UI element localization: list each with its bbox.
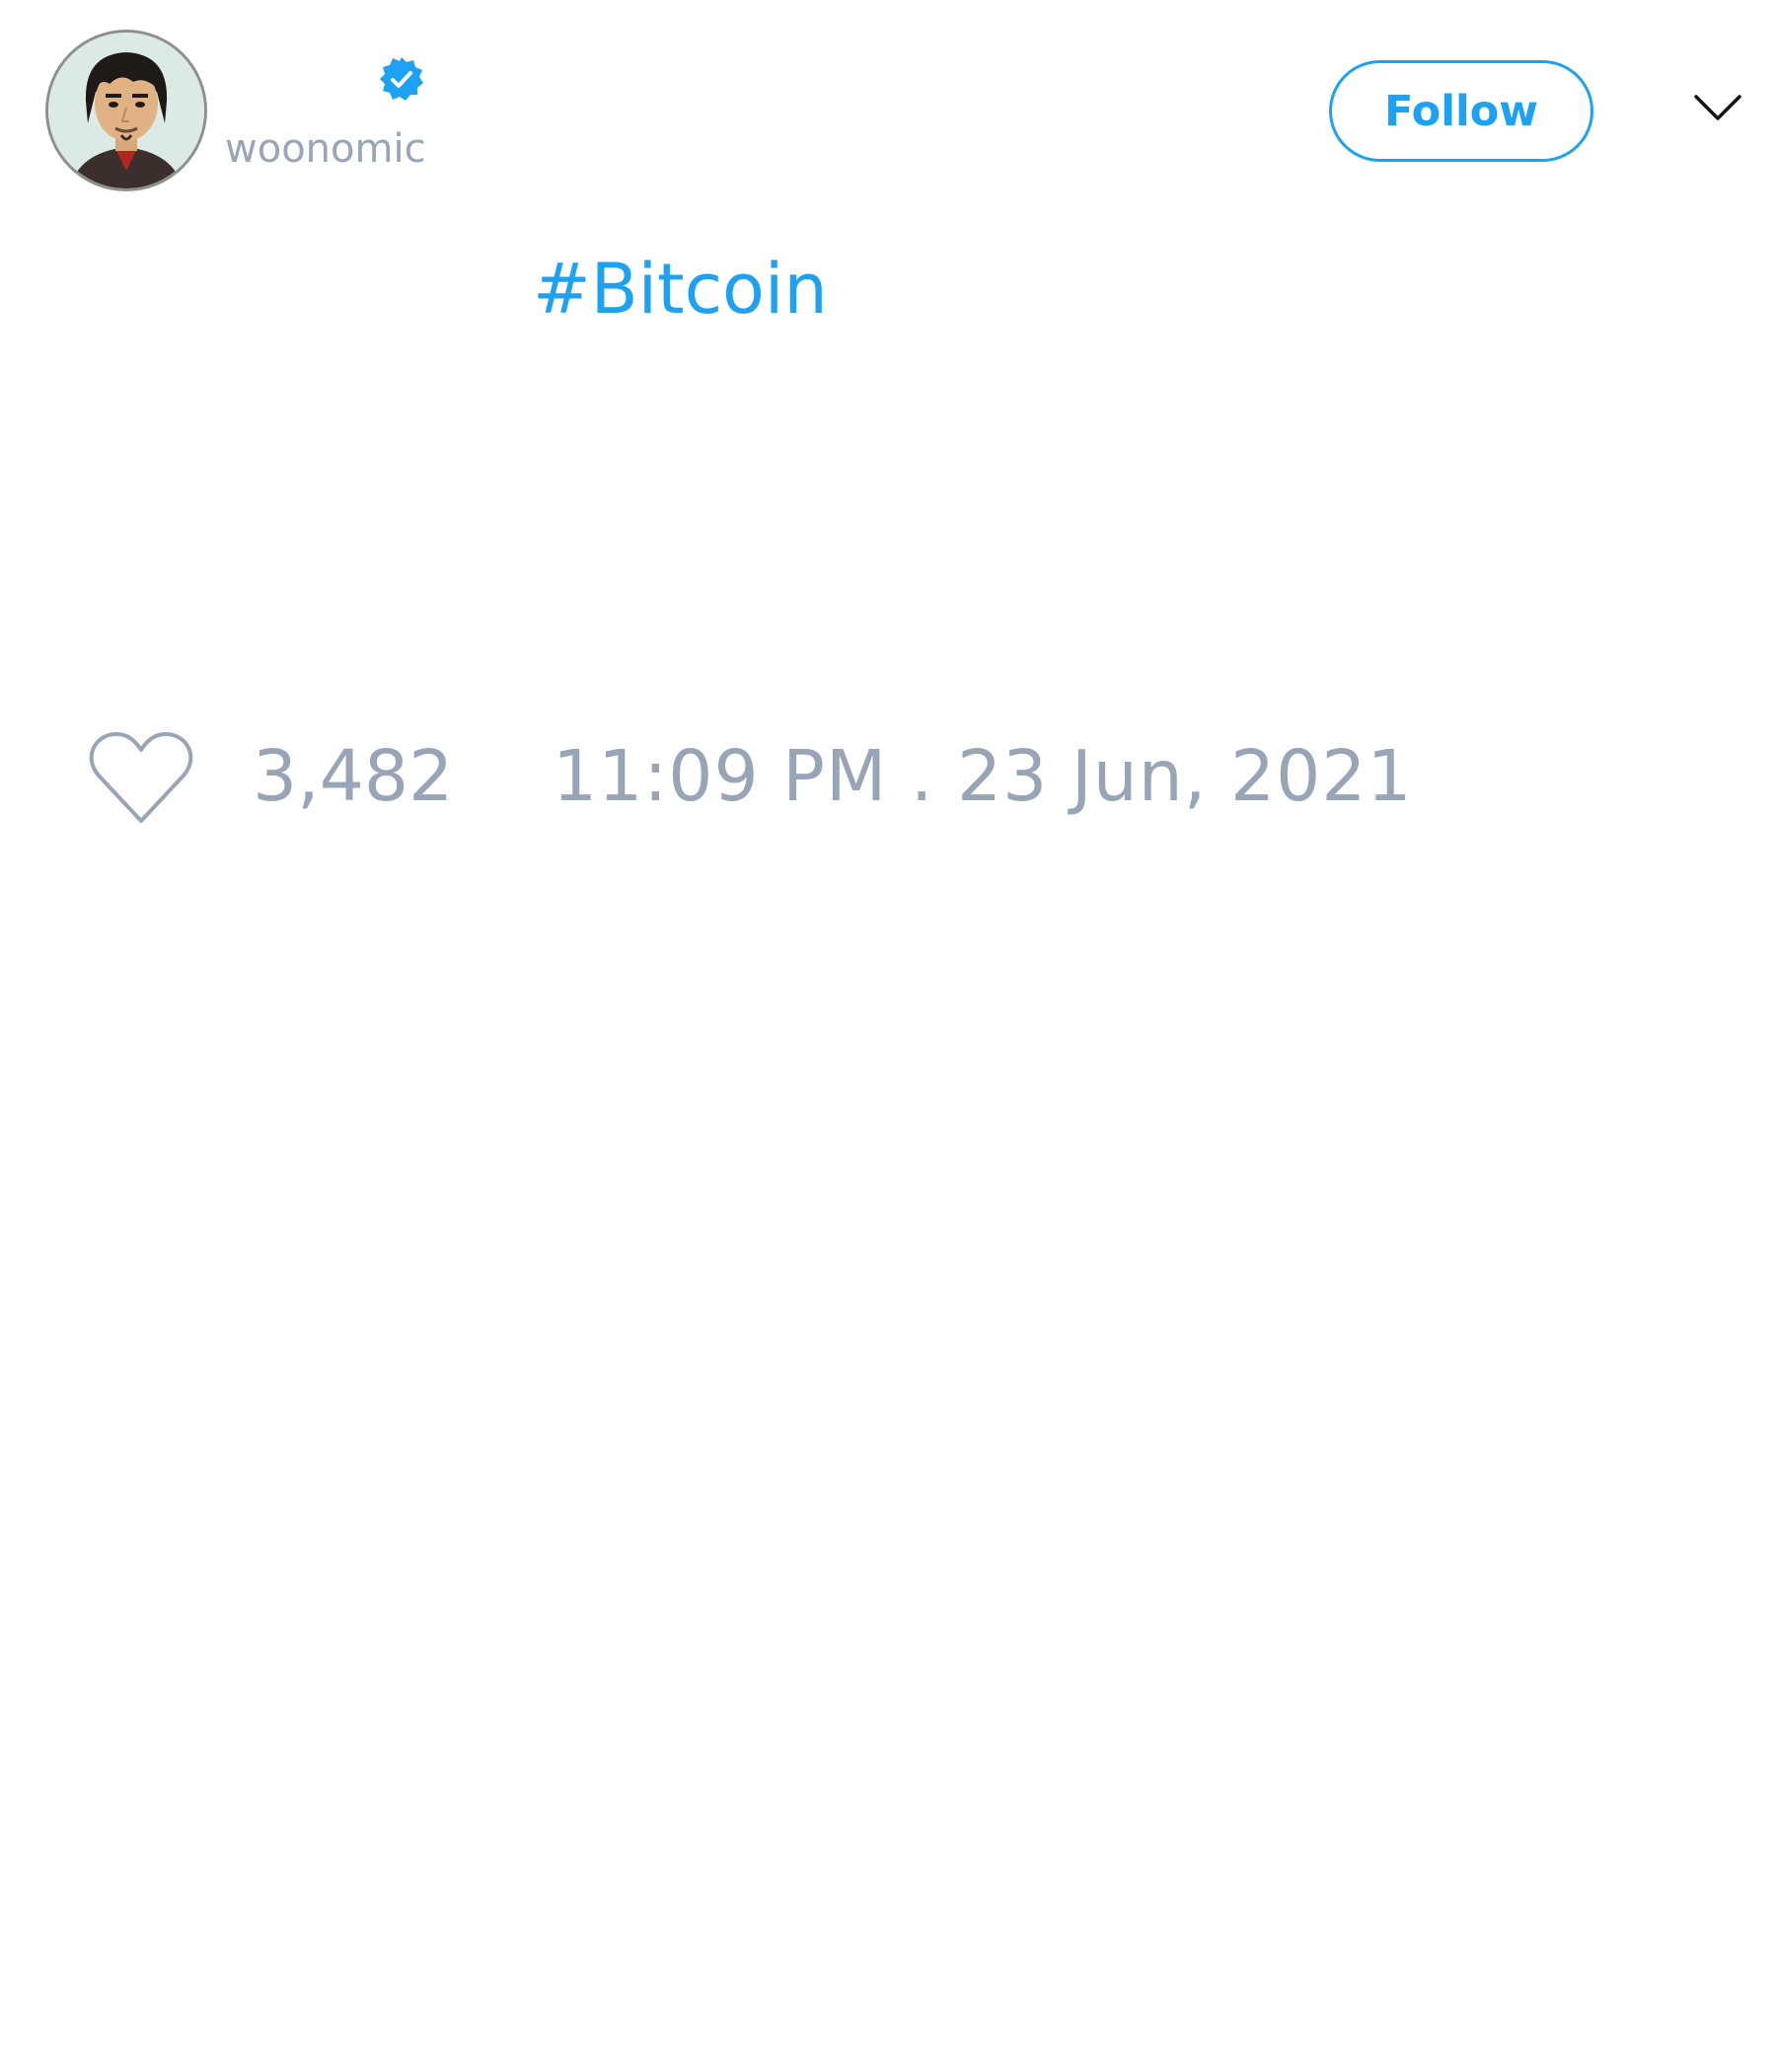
author-handle[interactable]: woonomic	[225, 124, 426, 174]
tweet-hashtag-link[interactable]: #Bitcoin	[533, 245, 828, 333]
avatar[interactable]	[45, 30, 207, 191]
chevron-down-icon[interactable]	[1693, 91, 1742, 126]
heart-icon[interactable]	[89, 730, 193, 825]
verified-badge-icon	[380, 57, 423, 101]
cartoon-avatar-icon	[48, 33, 204, 188]
like-count: 3,482	[253, 735, 454, 817]
tweet-timestamp[interactable]: 11:09 PM . 23 Jun, 2021	[553, 732, 1413, 821]
follow-button[interactable]: Follow	[1329, 60, 1593, 162]
